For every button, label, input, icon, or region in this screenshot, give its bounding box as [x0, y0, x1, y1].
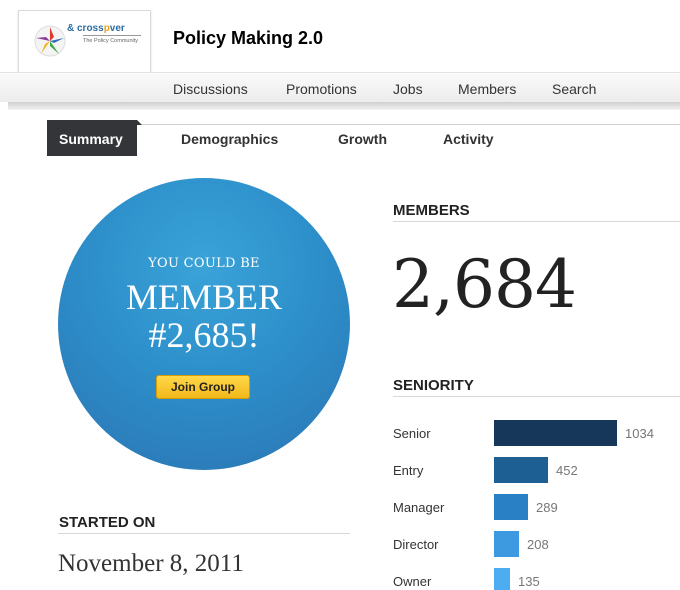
- seniority-category-label: Owner: [393, 574, 432, 589]
- seniority-row: Manager 289: [393, 494, 680, 520]
- seniority-value-label: 289: [536, 500, 558, 515]
- nav-promotions[interactable]: Promotions: [286, 81, 357, 97]
- seniority-row: Director 208: [393, 531, 680, 557]
- nav-members[interactable]: Members: [458, 81, 516, 97]
- started-on-date: November 8, 2011: [58, 550, 244, 577]
- seniority-row: Senior 1034: [393, 420, 680, 446]
- members-divider: [393, 221, 680, 222]
- members-heading: MEMBERS: [393, 202, 470, 219]
- seniority-bar: [494, 531, 519, 557]
- seniority-value-label: 1034: [625, 426, 654, 441]
- promo-line-2: MEMBER: [125, 277, 283, 317]
- promo-line-1: YOU COULD BE: [148, 256, 260, 271]
- nav-discussions[interactable]: Discussions: [173, 81, 248, 97]
- logo-star-icon: [34, 25, 66, 57]
- seniority-divider: [393, 396, 680, 397]
- seniority-row: Entry 452: [393, 457, 680, 483]
- tab-demographics[interactable]: Demographics: [181, 131, 278, 147]
- seniority-bar: [494, 457, 548, 483]
- group-nav: Discussions Promotions Jobs Members Sear…: [0, 72, 680, 102]
- seniority-category-label: Director: [393, 537, 439, 552]
- seniority-category-label: Entry: [393, 463, 424, 478]
- seniority-row: Owner 135: [393, 568, 680, 590]
- seniority-category-label: Senior: [393, 426, 431, 441]
- seniority-category-label: Manager: [393, 500, 445, 515]
- members-count: 2,684: [392, 246, 577, 323]
- promo-line-3: #2,685!: [148, 315, 260, 355]
- tab-summary-label: Summary: [59, 131, 123, 147]
- seniority-value-label: 208: [527, 537, 549, 552]
- tab-summary[interactable]: Summary: [47, 120, 142, 156]
- join-promo-circle: YOU COULD BE MEMBER #2,685! Join Group: [58, 178, 350, 470]
- seniority-heading: SENIORITY: [393, 377, 474, 394]
- tab-activity[interactable]: Activity: [443, 131, 494, 147]
- seniority-bar: [494, 420, 617, 446]
- logo-tagline: The Policy Community: [83, 38, 139, 44]
- seniority-value-label: 452: [556, 463, 578, 478]
- page-header: & crosspver The Policy Community Policy …: [0, 0, 680, 110]
- nav-jobs[interactable]: Jobs: [393, 81, 423, 97]
- logo-divider: [83, 35, 141, 36]
- group-title[interactable]: Policy Making 2.0: [173, 28, 323, 49]
- nav-shadow-divider: [8, 102, 680, 110]
- started-on-divider: [58, 533, 350, 534]
- join-group-button[interactable]: Join Group: [156, 375, 250, 399]
- seniority-value-label: 135: [518, 574, 540, 589]
- seniority-bar: [494, 568, 510, 590]
- stats-tabs: Summary Demographics Growth Activity: [0, 120, 680, 156]
- started-on-heading: STARTED ON: [59, 514, 156, 531]
- tab-growth[interactable]: Growth: [338, 131, 387, 147]
- seniority-bar: [494, 494, 528, 520]
- logo-name: & crosspver: [67, 23, 125, 34]
- nav-search[interactable]: Search: [552, 81, 596, 97]
